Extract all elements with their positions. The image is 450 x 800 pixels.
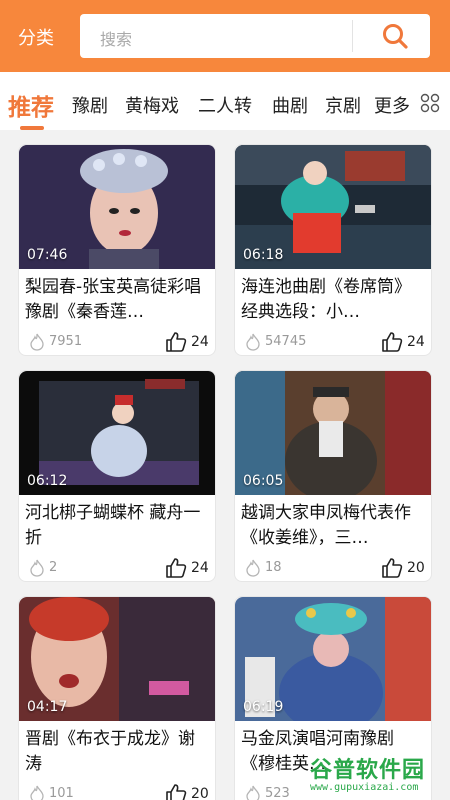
video-thumbnail[interactable]: 06:18 — [235, 145, 431, 269]
thumbs-up-icon[interactable] — [381, 557, 403, 579]
watermark: 谷普软件园 www.gupuxiazai.com — [306, 752, 448, 798]
like-count: 20 — [407, 560, 425, 576]
search-icon[interactable] — [382, 23, 408, 49]
tab-huangmeixi[interactable]: 黄梅戏 — [125, 92, 179, 118]
video-stats: 18 20 — [241, 557, 427, 579]
video-duration: 04:17 — [27, 699, 68, 715]
video-duration: 07:46 — [27, 247, 68, 263]
video-title[interactable]: 海连池曲剧《卷席筒》经典选段：小… — [241, 275, 427, 325]
video-feed[interactable]: 07:46 梨园春-张宝英高徒彩唱豫剧《秦香莲… 7951 24 06:18 海… — [0, 130, 450, 800]
tab-more[interactable]: 更多 — [374, 92, 410, 118]
video-thumbnail[interactable]: 06:19 — [235, 597, 431, 721]
video-card[interactable]: 07:46 梨园春-张宝英高徒彩唱豫剧《秦香莲… 7951 24 — [18, 144, 216, 356]
tab-quju[interactable]: 曲剧 — [272, 92, 308, 118]
flame-icon — [246, 333, 260, 351]
view-count: 54745 — [265, 334, 307, 349]
video-title[interactable]: 越调大家申凤梅代表作《收姜维》，三… — [241, 501, 427, 551]
video-card[interactable]: 06:18 海连池曲剧《卷席筒》经典选段：小… 54745 24 — [234, 144, 432, 356]
video-stats: 101 20 — [25, 783, 211, 800]
category-button[interactable]: 分类 — [18, 24, 54, 50]
video-stats: 2 24 — [25, 557, 211, 579]
video-thumbnail[interactable]: 06:05 — [235, 371, 431, 495]
video-card[interactable]: 04:17 晋剧《布衣于成龙》谢涛 101 20 — [18, 596, 216, 800]
flame-icon — [30, 559, 44, 577]
video-stats: 7951 24 — [25, 331, 211, 353]
search-placeholder: 搜索 — [100, 30, 133, 49]
flame-icon — [246, 559, 260, 577]
video-stats: 54745 24 — [241, 331, 427, 353]
video-duration: 06:19 — [243, 699, 284, 715]
video-title[interactable]: 河北梆子蝴蝶杯 藏舟一折 — [25, 501, 211, 551]
tab-recommend[interactable]: 推荐 — [8, 88, 54, 122]
tab-jingju[interactable]: 京剧 — [325, 92, 361, 118]
video-card[interactable]: 06:12 河北梆子蝴蝶杯 藏舟一折 2 24 — [18, 370, 216, 582]
flame-icon — [30, 333, 44, 351]
search-input[interactable]: 搜索 — [80, 14, 430, 58]
like-count: 24 — [407, 334, 425, 350]
view-count: 2 — [49, 560, 58, 575]
video-thumbnail[interactable]: 04:17 — [19, 597, 215, 721]
video-duration: 06:05 — [243, 473, 284, 489]
top-bar: 分类 搜索 — [0, 0, 450, 72]
watermark-title: 谷普软件园 — [310, 758, 426, 783]
video-card[interactable]: 06:05 越调大家申凤梅代表作《收姜维》，三… 18 20 — [234, 370, 432, 582]
grid-icon[interactable] — [420, 93, 440, 113]
thumbs-up-icon[interactable] — [381, 331, 403, 353]
video-title[interactable]: 梨园春-张宝英高徒彩唱豫剧《秦香莲… — [25, 275, 211, 325]
video-title[interactable]: 晋剧《布衣于成龙》谢涛 — [25, 727, 211, 777]
view-count: 523 — [265, 786, 290, 800]
video-thumbnail[interactable]: 06:12 — [19, 371, 215, 495]
watermark-url: www.gupuxiazai.com — [310, 782, 419, 793]
tab-errenzhuan[interactable]: 二人转 — [198, 92, 252, 118]
view-count: 101 — [49, 786, 74, 800]
flame-icon — [30, 785, 44, 800]
view-count: 18 — [265, 560, 282, 575]
search-divider — [352, 20, 353, 52]
like-count: 20 — [191, 786, 209, 800]
flame-icon — [246, 785, 260, 800]
video-duration: 06:12 — [27, 473, 68, 489]
view-count: 7951 — [49, 334, 83, 349]
like-count: 24 — [191, 560, 209, 576]
like-count: 24 — [191, 334, 209, 350]
thumbs-up-icon[interactable] — [165, 557, 187, 579]
video-duration: 06:18 — [243, 247, 284, 263]
thumbs-up-icon[interactable] — [165, 331, 187, 353]
category-tabs: 推荐 豫剧 黄梅戏 二人转 曲剧 京剧 更多 — [0, 72, 450, 130]
thumbs-up-icon[interactable] — [165, 783, 187, 800]
video-thumbnail[interactable]: 07:46 — [19, 145, 215, 269]
tab-yuju[interactable]: 豫剧 — [72, 92, 108, 118]
